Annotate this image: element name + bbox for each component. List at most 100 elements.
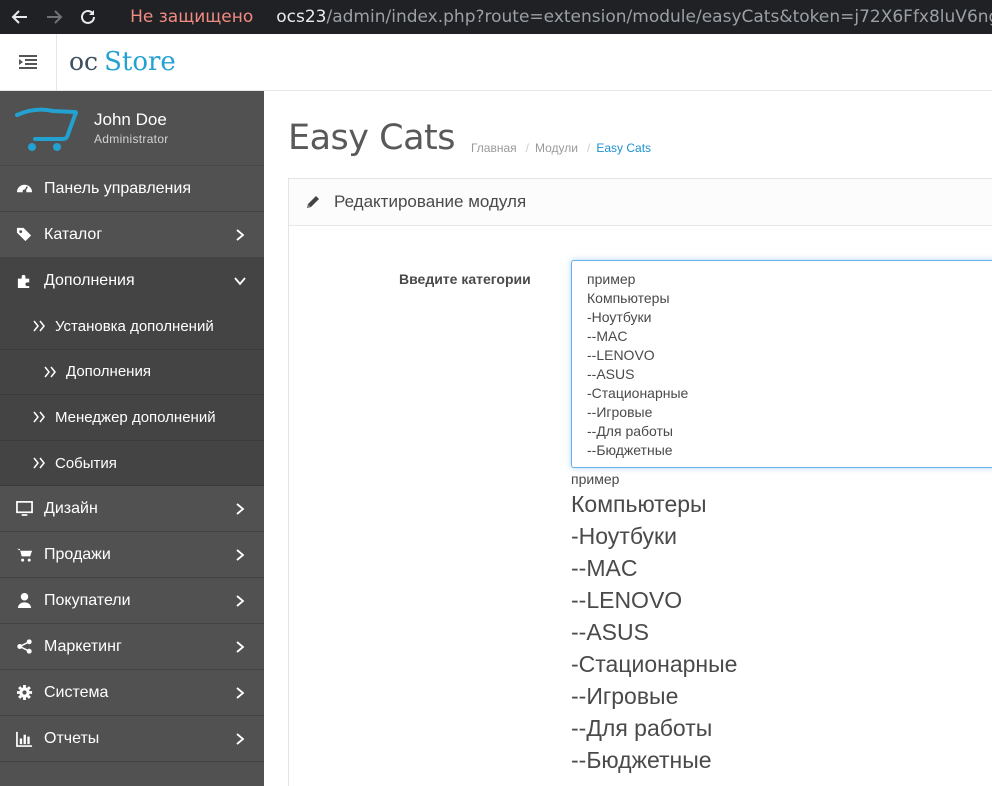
forward-button[interactable]	[40, 2, 68, 32]
chevron-right-icon	[236, 549, 245, 561]
breadcrumb-home[interactable]: Главная	[471, 141, 517, 155]
preview-line: Компьютеры	[571, 491, 707, 517]
logo-oc: oc	[69, 47, 99, 76]
submenu-item-label: События	[55, 454, 117, 472]
textarea-line: --Для работы	[587, 423, 673, 439]
browser-bar: Не защищено ocs23/admin/index.php?route=…	[0, 0, 992, 34]
url-path: /admin/index.php?route=extension/module/…	[326, 7, 992, 27]
sidebar-item-label: Продажи	[44, 545, 111, 563]
gear-icon	[15, 684, 33, 702]
breadcrumb-separator: /	[587, 141, 591, 155]
preview-example: пример	[571, 471, 620, 487]
sidebar-item-sales[interactable]: Продажи	[0, 532, 264, 579]
breadcrumb-modules[interactable]: Модули	[535, 141, 578, 155]
preview-line: -Стационарные	[571, 651, 738, 677]
address-bar[interactable]: Не защищено ocs23/admin/index.php?route=…	[120, 0, 992, 34]
chevron-right-icon	[236, 733, 245, 745]
preview-line: -Ноутбуки	[571, 523, 677, 549]
sidebar-item-label: Система	[44, 683, 109, 701]
chevron-right-icon	[236, 641, 245, 653]
submenu-item-manager[interactable]: Менеджер дополнений	[0, 395, 264, 441]
indent-menu-icon	[19, 55, 37, 69]
categories-preview: пример Компьютеры -Ноутбуки --MAC --LENOVO -…	[571, 470, 737, 776]
sidebar-item-dashboard[interactable]: Панель управления	[0, 166, 264, 212]
preview-line: --LENOVO	[571, 587, 683, 613]
preview-line: --Для работы	[571, 715, 713, 741]
page-title: Easy Cats	[288, 118, 455, 158]
sidebar-item-extensions[interactable]: Дополнения	[0, 258, 264, 304]
chevron-right-icon	[236, 503, 245, 515]
preview-line: --ASUS	[571, 619, 649, 645]
textarea-line: Компьютеры	[587, 290, 670, 306]
panel-title: Редактирование модуля	[334, 192, 527, 211]
sidebar-item-reports[interactable]: Отчеты	[0, 716, 264, 763]
sidebar-item-design[interactable]: Дизайн	[0, 486, 264, 533]
double-angle-right-icon	[33, 457, 45, 469]
puzzle-icon	[15, 272, 33, 290]
sidebar: John Doe Administrator Панель управления…	[0, 91, 264, 786]
arrow-right-icon	[47, 10, 63, 24]
edit-module-panel: Редактирование модуля Введите категории …	[288, 178, 992, 786]
submenu-item-extensions[interactable]: Дополнения	[0, 349, 264, 396]
submenu-item-events[interactable]: События	[0, 440, 264, 487]
textarea-line: --ASUS	[587, 366, 635, 382]
pencil-icon	[307, 196, 319, 208]
textarea-line: --Игровые	[587, 404, 653, 420]
submenu-item-label: Дополнения	[66, 363, 151, 381]
arrow-left-icon	[11, 10, 28, 24]
url-host: ocs23	[276, 7, 327, 27]
user-icon	[15, 592, 33, 610]
textarea-line: пример	[587, 271, 636, 287]
back-button[interactable]	[6, 2, 34, 32]
monitor-icon	[15, 500, 33, 518]
logo-store: Store	[104, 47, 176, 77]
chevron-right-icon	[236, 687, 245, 699]
shopping-cart-icon	[15, 546, 33, 564]
textarea-line: -Ноутбуки	[587, 309, 652, 325]
profile-role: Administrator	[94, 132, 169, 146]
sidebar-item-label: Каталог	[44, 225, 103, 243]
sidebar-item-label: Дизайн	[44, 499, 98, 517]
page-header: Easy Cats Главная / Модули / Easy Cats	[264, 91, 992, 178]
sidebar-item-label: Покупатели	[44, 591, 131, 609]
menu-toggle-button[interactable]	[0, 33, 57, 91]
user-profile[interactable]: John Doe Administrator	[0, 91, 264, 166]
breadcrumb: Главная / Модули / Easy Cats	[471, 141, 651, 155]
textarea-line: -Стационарные	[587, 385, 689, 401]
share-icon	[15, 638, 33, 656]
insecure-label: Не защищено	[130, 7, 254, 27]
chevron-right-icon	[236, 595, 245, 607]
reload-icon	[81, 9, 96, 24]
textarea-line: --MAC	[587, 328, 628, 344]
sidebar-item-customers[interactable]: Покупатели	[0, 578, 264, 625]
sidebar-item-marketing[interactable]: Маркетинг	[0, 624, 264, 671]
sidebar-item-system[interactable]: Система	[0, 670, 264, 717]
sidebar-item-label: Отчеты	[44, 729, 100, 747]
double-angle-right-icon	[44, 366, 56, 378]
chevron-right-icon	[236, 228, 245, 241]
reload-button[interactable]	[74, 2, 102, 32]
ocstore-logo[interactable]: oc Store	[69, 47, 176, 77]
submenu-item-label: Установка дополнений	[55, 317, 214, 335]
panel-heading: Редактирование модуля	[289, 179, 992, 226]
sidebar-item-catalog[interactable]: Каталог	[0, 212, 264, 258]
double-angle-right-icon	[33, 412, 45, 423]
submenu-item-install[interactable]: Установка дополнений	[0, 304, 264, 350]
submenu-item-label: Менеджер дополнений	[55, 408, 216, 426]
app-header: oc Store	[0, 33, 992, 91]
textarea-line: --LENOVO	[587, 347, 655, 363]
preview-line: --Бюджетные	[571, 747, 712, 773]
cart-logo-icon	[15, 107, 78, 151]
sidebar-item-label: Маркетинг	[44, 637, 122, 655]
dashboard-icon	[15, 180, 33, 198]
sidebar-item-label: Дополнения	[44, 271, 135, 289]
preview-line: --Игровые	[571, 683, 679, 709]
sidebar-item-label: Панель управления	[44, 179, 191, 197]
categories-label: Введите категории	[399, 271, 531, 287]
chevron-down-icon	[234, 276, 246, 285]
tags-icon	[15, 226, 33, 244]
preview-line: --MAC	[571, 555, 638, 581]
breadcrumb-current[interactable]: Easy Cats	[596, 141, 651, 155]
bar-chart-icon	[15, 730, 33, 748]
categories-textarea[interactable]: пример Компьютеры -Ноутбуки --MAC --LENOVO --…	[571, 260, 992, 468]
